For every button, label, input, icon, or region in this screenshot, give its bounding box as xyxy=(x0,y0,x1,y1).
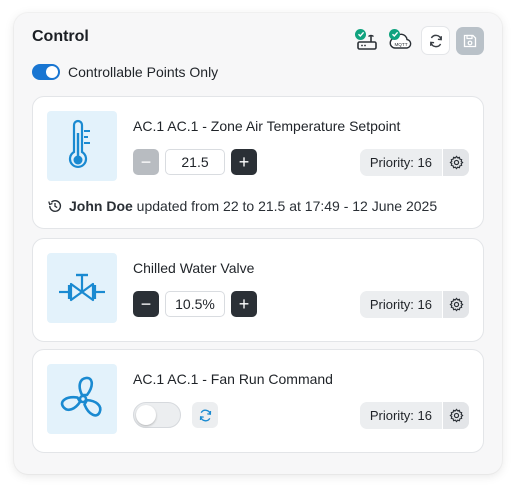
decrement-button[interactable]: − xyxy=(133,149,159,175)
valve-stepper: − 10.5% + xyxy=(133,291,257,317)
point-card-zone-setpoint: AC.1 AC.1 - Zone Air Temperature Setpoin… xyxy=(32,96,484,229)
point-title: Chilled Water Valve xyxy=(133,260,255,276)
refresh-icon xyxy=(199,409,211,421)
priority-settings-button[interactable] xyxy=(442,291,469,318)
fan-refresh-button[interactable] xyxy=(192,402,218,428)
save-button[interactable] xyxy=(456,26,484,55)
last-update-history: John Doe updated from 22 to 21.5 at 17:4… xyxy=(47,198,437,214)
history-icon xyxy=(48,200,62,212)
gear-icon xyxy=(449,408,463,423)
priority-label: Priority: 16 xyxy=(369,155,432,170)
refresh-icon xyxy=(429,34,442,47)
priority-label: Priority: 16 xyxy=(369,297,432,312)
point-thumbnail xyxy=(47,364,117,434)
thermometer-icon xyxy=(68,119,90,169)
gear-icon xyxy=(449,297,463,312)
setpoint-stepper: − 21.5 + xyxy=(133,149,257,175)
control-panel: Control MQTT Controllable Points Only AC… xyxy=(14,13,502,474)
header-toolbar: MQTT xyxy=(353,26,484,55)
priority-label: Priority: 16 xyxy=(369,408,432,423)
status-ok-icon xyxy=(389,28,400,40)
controllable-only-toggle[interactable] xyxy=(32,64,60,80)
fan-icon xyxy=(60,376,102,417)
save-icon xyxy=(463,34,477,47)
priority-settings-button[interactable] xyxy=(442,402,469,429)
valve-icon xyxy=(59,273,105,302)
priority-control: Priority: 16 xyxy=(359,402,469,429)
gateway-status-icon[interactable] xyxy=(353,27,381,55)
panel-title: Control xyxy=(32,28,89,45)
point-thumbnail xyxy=(47,253,117,323)
history-user: John Doe xyxy=(69,198,133,214)
setpoint-value-field[interactable]: 21.5 xyxy=(165,149,225,175)
mqtt-status-icon[interactable]: MQTT xyxy=(387,27,415,55)
status-ok-icon xyxy=(355,28,366,40)
point-card-chilled-water-valve: Chilled Water Valve − 10.5% + Priority: … xyxy=(32,238,484,342)
history-text: updated from 22 to 21.5 at 17:49 - 12 Ju… xyxy=(136,198,438,214)
priority-settings-button[interactable] xyxy=(442,149,469,176)
priority-control: Priority: 16 xyxy=(359,149,469,176)
refresh-button[interactable] xyxy=(421,26,450,55)
valve-value-field[interactable]: 10.5% xyxy=(165,291,225,317)
controllable-filter: Controllable Points Only xyxy=(32,64,218,80)
mqtt-label: MQTT xyxy=(394,42,407,47)
point-card-fan-run-command: AC.1 AC.1 - Fan Run Command Priority: 16 xyxy=(32,349,484,453)
point-title: AC.1 AC.1 - Fan Run Command xyxy=(133,371,333,387)
increment-button[interactable]: + xyxy=(231,149,257,175)
gear-icon xyxy=(449,155,463,170)
point-thumbnail xyxy=(47,111,117,181)
increment-button[interactable]: + xyxy=(231,291,257,317)
decrement-button[interactable]: − xyxy=(133,291,159,317)
fan-run-toggle[interactable] xyxy=(133,402,181,428)
priority-control: Priority: 16 xyxy=(359,291,469,318)
point-title: AC.1 AC.1 - Zone Air Temperature Setpoin… xyxy=(133,118,401,134)
controllable-only-label: Controllable Points Only xyxy=(68,64,219,80)
